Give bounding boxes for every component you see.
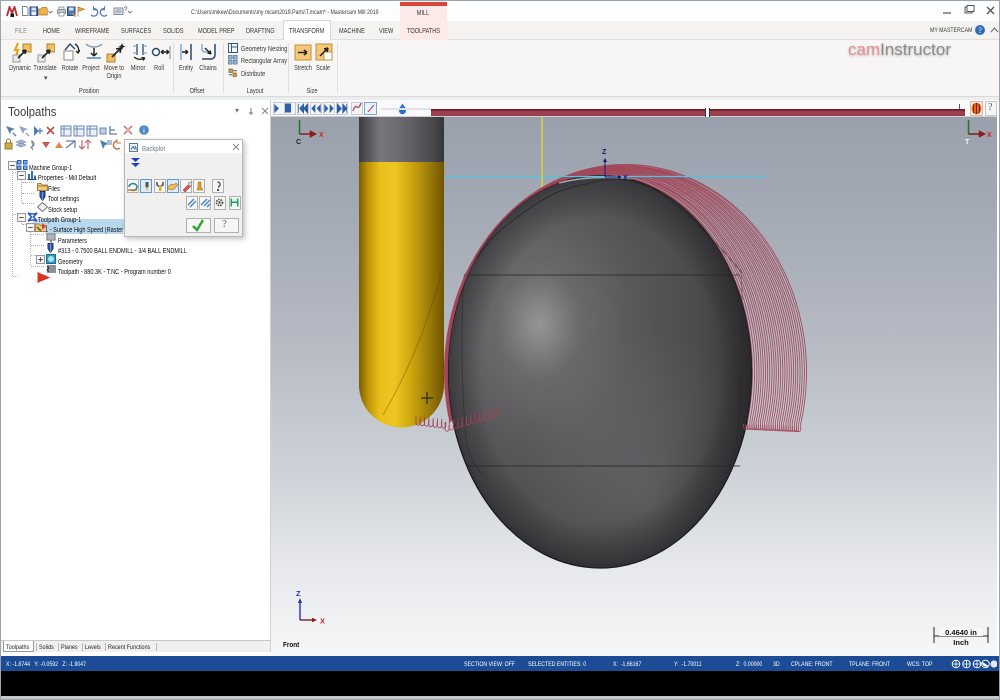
svg-text:X: X: [319, 132, 324, 139]
svg-text:X: X: [320, 617, 325, 626]
svg-text:Z: Z: [602, 149, 607, 156]
svg-text:X: X: [623, 175, 628, 182]
svg-text:0.4640 in: 0.4640 in: [945, 628, 977, 637]
svg-text:?: ?: [978, 26, 982, 35]
svg-text:C: C: [296, 139, 301, 146]
svg-text:?: ?: [124, 7, 128, 13]
svg-text:T: T: [965, 139, 970, 146]
svg-text:X: X: [987, 132, 992, 139]
svg-text:Inch: Inch: [953, 638, 969, 647]
svg-text:Z: Z: [296, 589, 301, 598]
